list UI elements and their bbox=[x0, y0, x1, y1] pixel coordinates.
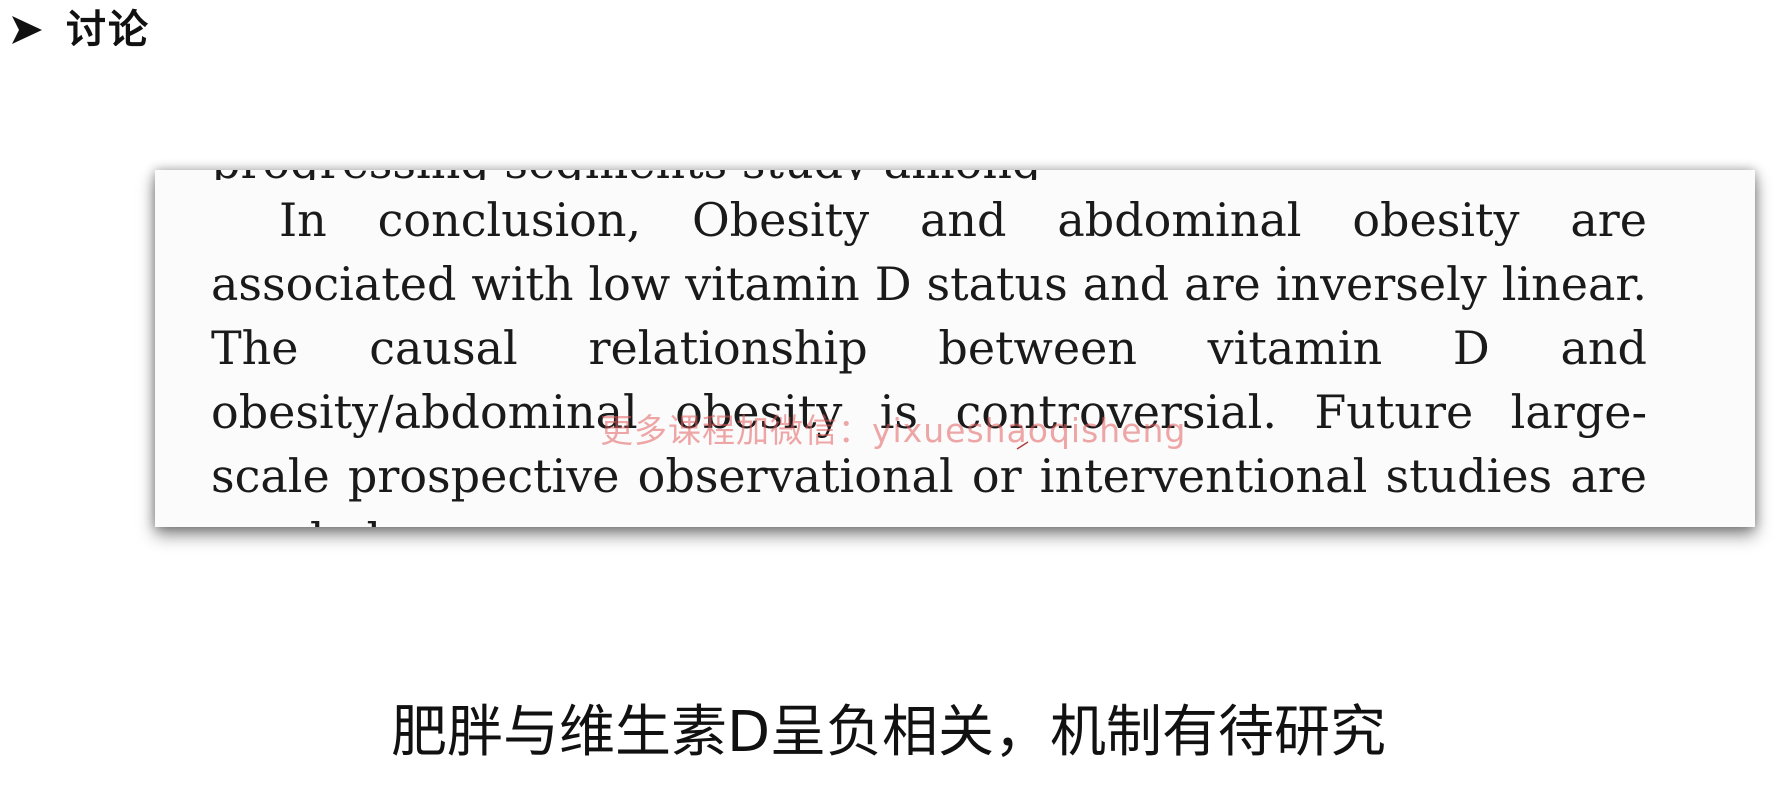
clipped-previous-line: progressing segments study among bbox=[211, 170, 1647, 180]
slide-heading: 讨论 bbox=[10, 10, 150, 50]
arrow-bullet-icon bbox=[12, 16, 42, 44]
pen-cursor-icon bbox=[1016, 441, 1029, 450]
paper-excerpt-image: progressing segments study among In conc… bbox=[155, 170, 1755, 527]
slide-caption: 肥胖与维生素D呈负相关，机制有待研究 bbox=[390, 700, 1387, 765]
watermark: 更多课程加微信：yixueshaoqisheng bbox=[600, 411, 1187, 450]
slide-title: 讨论 bbox=[66, 7, 150, 53]
conclusion-paragraph: In conclusion, Obesity and abdominal obe… bbox=[211, 193, 1647, 527]
